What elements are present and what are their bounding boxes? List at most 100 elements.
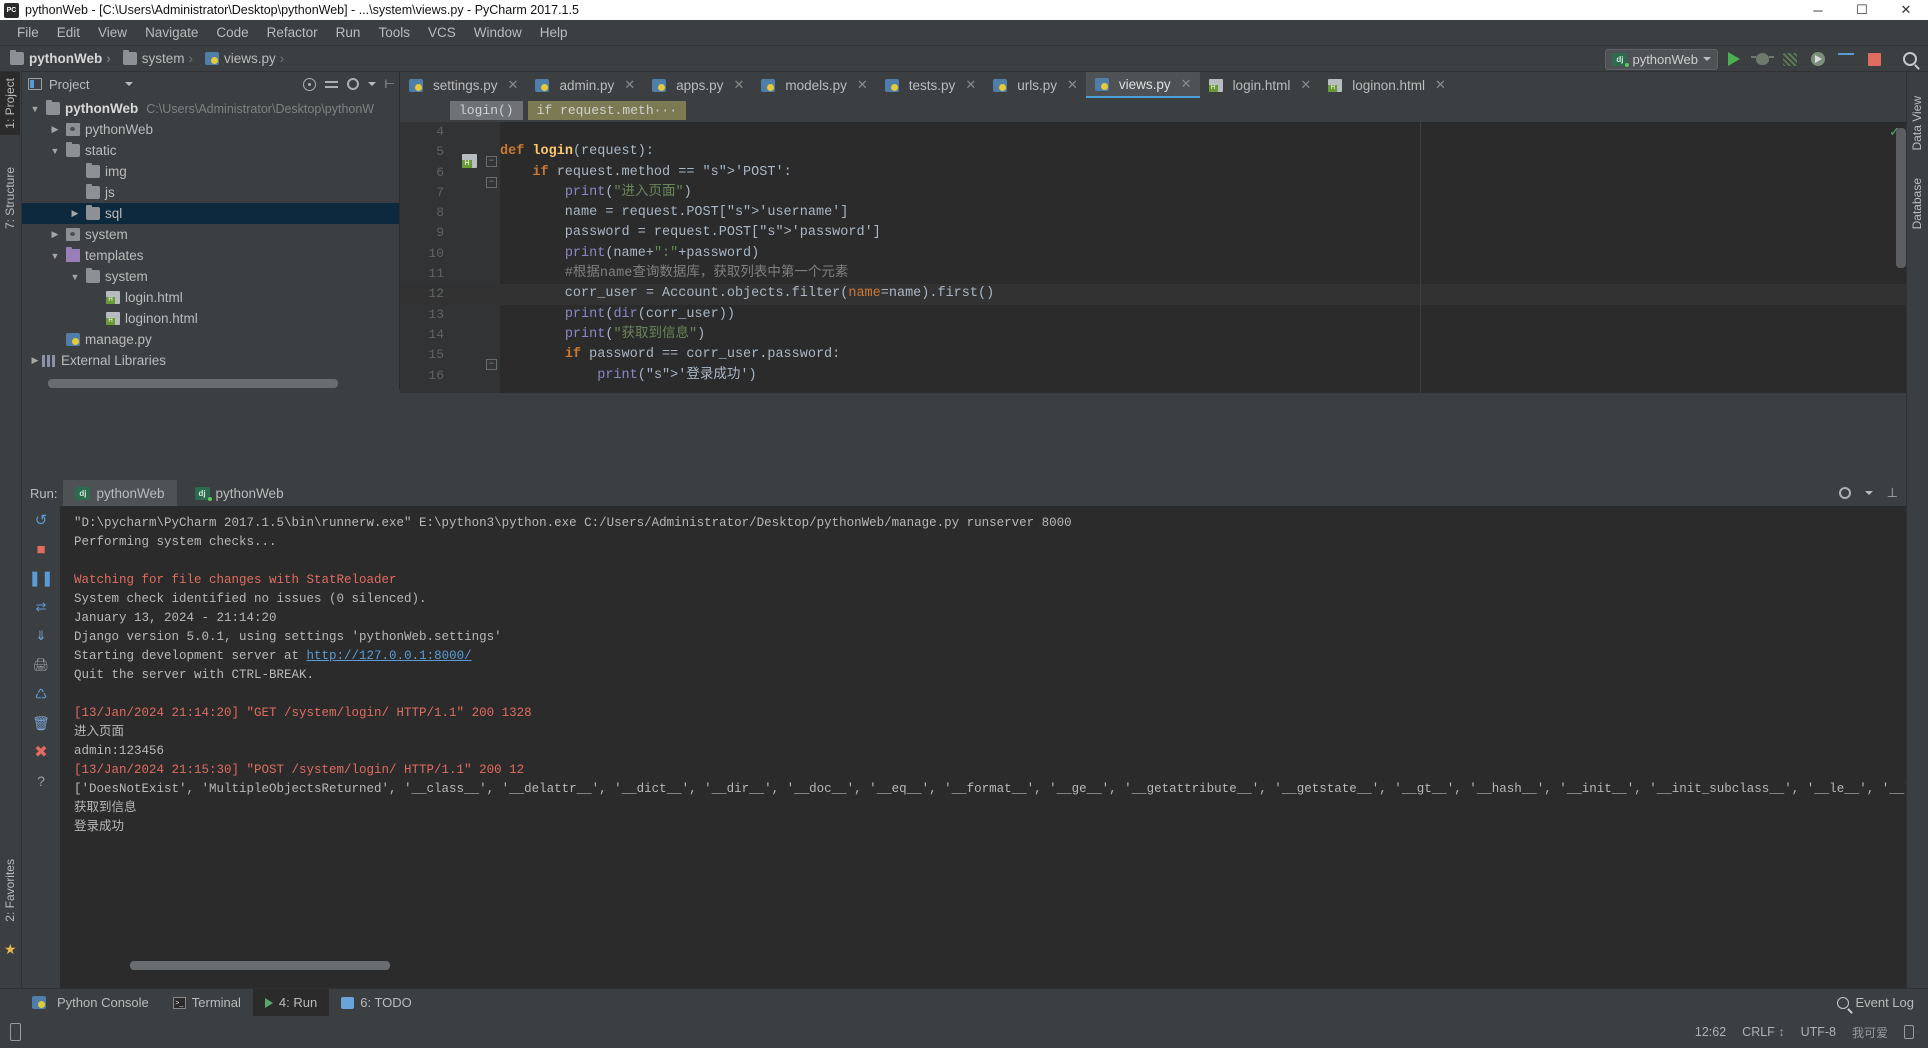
editor-tab-urls-py[interactable]: urls.py✕	[984, 72, 1086, 98]
sidebar-tab-database[interactable]: Database	[1907, 172, 1927, 235]
code-line[interactable]: 9 password = request.POST["s">'password'…	[400, 223, 1906, 243]
code-line[interactable]: 13 print(dir(corr_user))	[400, 305, 1906, 325]
chevron-right-icon[interactable]	[48, 124, 62, 135]
close-icon[interactable]: ✕	[733, 77, 744, 93]
close-icon[interactable]: ✕	[857, 77, 868, 93]
menu-item-code[interactable]: Code	[207, 23, 257, 42]
minimize-button[interactable]: ─	[1796, 0, 1840, 20]
wrap-lines-icon[interactable]: ⇄	[31, 597, 51, 617]
editor-tab-views-py[interactable]: views.py✕	[1086, 72, 1200, 98]
structure-chip-login[interactable]: login()	[450, 101, 523, 120]
close-icon[interactable]: ✕	[508, 77, 519, 93]
editor-code-area[interactable]: 45−def login(request):6− if request.meth…	[400, 122, 1906, 393]
tree-item-sql[interactable]: sql	[22, 203, 399, 224]
editor-tab-loginon-html[interactable]: loginon.html✕	[1319, 72, 1454, 98]
editor-tab-settings-py[interactable]: settings.py✕	[400, 72, 526, 98]
pause-icon[interactable]: ❚❚	[31, 568, 51, 588]
run-console-output[interactable]: "D:\pycharm\PyCharm 2017.1.5\bin\runnerw…	[60, 506, 1906, 988]
code-line[interactable]: 4	[400, 122, 1906, 142]
search-everywhere-button[interactable]	[1898, 48, 1922, 70]
editor-tab-login-html[interactable]: login.html✕	[1200, 72, 1320, 98]
lock-icon[interactable]	[1904, 1025, 1914, 1039]
run-tab-pythonweb-1[interactable]: dj pythonWeb	[63, 480, 176, 506]
chevron-down-icon[interactable]	[48, 251, 62, 261]
code-line[interactable]: 11 #根据name查询数据库，获取列表中第一个元素	[400, 264, 1906, 284]
close-icon[interactable]: ✕	[1435, 77, 1446, 93]
tree-item-img[interactable]: img	[22, 161, 399, 182]
sidebar-tab-favorites[interactable]: 2: Favorites	[0, 853, 20, 928]
close-icon[interactable]: ✕	[1300, 77, 1311, 93]
tree-item-external-libraries[interactable]: External Libraries	[22, 350, 399, 371]
chevron-down-icon[interactable]	[368, 82, 376, 86]
code-line[interactable]: 14 print("获取到信息")	[400, 325, 1906, 345]
menu-item-navigate[interactable]: Navigate	[136, 23, 207, 42]
tree-item-loginon-html[interactable]: loginon.html	[22, 308, 399, 329]
hide-panel-icon[interactable]: ⊢	[385, 77, 395, 91]
close-icon[interactable]: ✕	[624, 77, 635, 93]
chevron-down-icon[interactable]	[125, 82, 133, 86]
close-icon[interactable]: ✕	[965, 77, 976, 93]
stop-button[interactable]	[1862, 48, 1886, 70]
menu-item-refactor[interactable]: Refactor	[258, 23, 327, 42]
tool-tab-python-console[interactable]: Python Console	[20, 989, 161, 1017]
chevron-down-icon[interactable]	[1865, 491, 1873, 495]
encoding-indicator[interactable]: UTF-8	[1801, 1025, 1836, 1039]
breadcrumb-views-py[interactable]: views.py ›	[203, 50, 294, 67]
menu-item-edit[interactable]: Edit	[48, 23, 89, 42]
rerun-icon[interactable]: ↺	[31, 510, 51, 530]
tree-item-system[interactable]: system	[22, 224, 399, 245]
tree-item-system[interactable]: system	[22, 266, 399, 287]
sidebar-tab-project[interactable]: 1: Project	[0, 72, 20, 135]
tree-item-js[interactable]: js	[22, 182, 399, 203]
run-tab-pythonweb-2[interactable]: dj pythonWeb	[183, 480, 296, 506]
editor-tab-tests-py[interactable]: tests.py✕	[876, 72, 984, 98]
menu-item-tools[interactable]: Tools	[369, 23, 419, 42]
tool-tab-run[interactable]: 4: Run	[253, 989, 329, 1017]
debug-button[interactable]	[1750, 48, 1774, 70]
hide-window-icon[interactable]: ⊥	[1887, 485, 1898, 501]
menu-item-view[interactable]: View	[89, 23, 136, 42]
close-icon[interactable]: ✖	[31, 742, 51, 762]
tree-item-manage-py[interactable]: manage.py	[22, 329, 399, 350]
maximize-button[interactable]: ☐	[1840, 0, 1884, 20]
tool-tab-terminal[interactable]: >_ Terminal	[161, 989, 253, 1017]
tree-item-pythonweb[interactable]: pythonWeb	[22, 119, 399, 140]
close-icon[interactable]: ✕	[1067, 77, 1078, 93]
tree-item-templates[interactable]: templates	[22, 245, 399, 266]
line-separator[interactable]: CRLF ↕	[1742, 1025, 1784, 1039]
tree-item-pythonweb[interactable]: pythonWebC:\Users\Administrator\Desktop\…	[22, 98, 399, 119]
project-tree-horizontal-scrollbar[interactable]	[48, 379, 338, 388]
sidebar-tab-structure[interactable]: 7: Structure	[0, 161, 20, 235]
breadcrumb-system[interactable]: system ›	[121, 50, 203, 67]
print-icon[interactable]: 🖨	[31, 655, 51, 675]
soft-wrap-icon[interactable]: ♺	[31, 684, 51, 704]
breadcrumb-pythonweb[interactable]: pythonWeb ›	[8, 50, 121, 67]
clear-all-icon[interactable]: 🗑	[31, 713, 51, 733]
profile-button[interactable]	[1806, 48, 1830, 70]
tool-tab-todo[interactable]: 6: TODO	[329, 989, 424, 1017]
server-url-link[interactable]: http://127.0.0.1:8000/	[307, 649, 472, 663]
structure-chip-if-request[interactable]: if request.meth···	[528, 101, 686, 120]
code-line[interactable]: 15− if password == corr_user.password:	[400, 345, 1906, 365]
menu-item-help[interactable]: Help	[531, 23, 577, 42]
chevron-right-icon[interactable]	[68, 208, 82, 219]
editor-scrollbar[interactable]	[1896, 128, 1906, 268]
attach-button[interactable]	[1834, 48, 1858, 70]
close-icon[interactable]: ✕	[1181, 76, 1192, 92]
code-line[interactable]: 7 print("进入页面")	[400, 183, 1906, 203]
code-line[interactable]: 16 print("s">'登录成功')	[400, 366, 1906, 386]
run-coverage-button[interactable]	[1778, 48, 1802, 70]
gear-icon[interactable]	[1839, 487, 1851, 499]
menu-item-vcs[interactable]: VCS	[419, 23, 465, 42]
menu-item-window[interactable]: Window	[465, 23, 531, 42]
sidebar-tab-dataview[interactable]: Data View	[1907, 90, 1927, 156]
scroll-from-source-icon[interactable]	[303, 78, 316, 91]
editor-tab-apps-py[interactable]: apps.py✕	[643, 72, 752, 98]
console-horizontal-scrollbar[interactable]	[130, 961, 390, 970]
code-line[interactable]: 8 name = request.POST["s">'username']	[400, 203, 1906, 223]
run-configuration-selector[interactable]: dj pythonWeb	[1605, 49, 1718, 70]
close-button[interactable]: ✕	[1884, 0, 1928, 20]
caret-position[interactable]: 12:62	[1695, 1025, 1726, 1039]
chevron-down-icon[interactable]	[28, 104, 42, 114]
inspection-status-icon[interactable]: ✓	[1889, 124, 1900, 140]
